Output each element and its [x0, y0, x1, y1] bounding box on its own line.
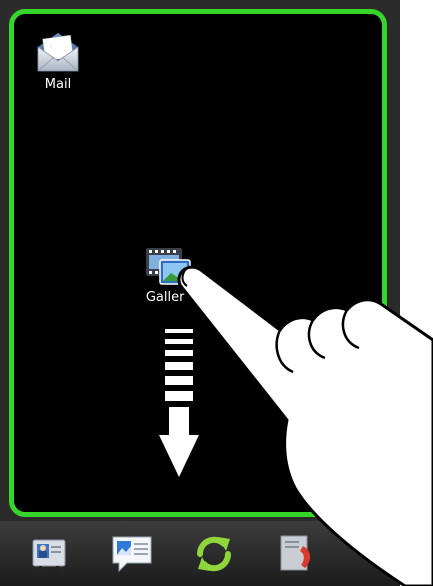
gallery-app[interactable]: Gallery — [144, 244, 194, 305]
sync-arrows-icon — [196, 536, 232, 572]
mail-envelope-icon: … — [37, 33, 79, 72]
dock-sync-button[interactable] — [190, 529, 238, 579]
screen: … Mail Gallery — [0, 0, 433, 586]
dock-call-log-button[interactable] — [272, 529, 320, 579]
gallery-filmstrip-photo-icon — [146, 248, 191, 285]
dock-messages-button[interactable] — [108, 529, 156, 579]
phone-home-screen: … Mail Gallery — [0, 0, 400, 586]
mail-app[interactable]: … Mail — [34, 29, 82, 92]
home-screen-panel: … Mail Gallery — [9, 9, 387, 517]
dock-bar — [0, 521, 400, 586]
mail-app-label: Mail — [44, 77, 72, 92]
svg-text:…: … — [48, 43, 53, 49]
gallery-app-label: Gallery — [145, 290, 193, 305]
dock-contacts-button[interactable] — [25, 529, 73, 579]
phone-log-icon — [280, 535, 311, 571]
contacts-card-icon — [32, 539, 66, 572]
drag-down-arrow-icon — [159, 329, 199, 483]
message-bubble-icon — [112, 536, 152, 573]
